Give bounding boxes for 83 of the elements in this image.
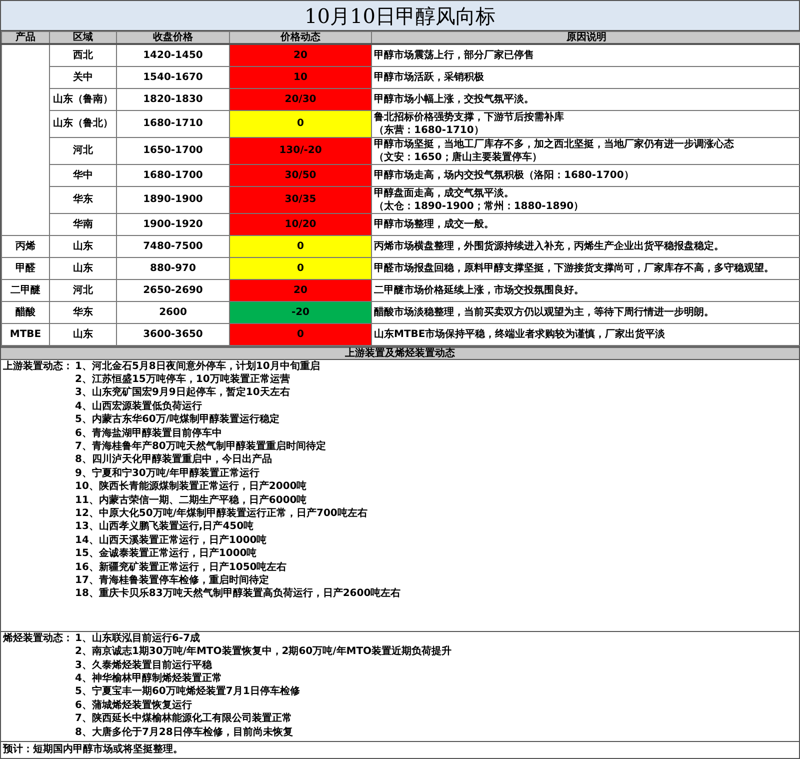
section-label: 烯烃装置动态： bbox=[3, 632, 74, 646]
list-item: 3、山东兖矿国宏9月9日起停车，暂定10天左右 bbox=[75, 386, 291, 400]
sheet-title: 10月10日甲醇风向标 bbox=[1, 1, 799, 31]
list-item: 8、大唐多伦于7月28日停车检修，目前尚未恢复 bbox=[75, 726, 294, 739]
price-cell: 1820-1830 bbox=[116, 88, 230, 110]
price-cell: 3600-3650 bbox=[116, 323, 230, 345]
list-item: 2、南京诚志1期30万吨/年MTO装置恢复中，2期60万吨/年MTO装置近期负荷提升 bbox=[75, 645, 452, 659]
reason-cell: 鲁北招标价格强势支撑，下游节后按需补库 （东营：1680-1710） bbox=[372, 110, 800, 137]
region-cell: 河北 bbox=[50, 137, 116, 164]
list-item: 18、重庆卡贝乐83万吨天然气制甲醇装置高负荷运行，日产2600吨左右 bbox=[75, 587, 401, 601]
list-item: 10、陕西长青能源煤制装置正常运行，日产2000吨 bbox=[75, 480, 308, 494]
region-cell: 关中 bbox=[50, 66, 116, 88]
list-item: 1、山东联泓目前运行6-7成 bbox=[75, 632, 202, 645]
region-cell: 山东 bbox=[50, 323, 116, 345]
price-change-cell: 0 bbox=[230, 235, 372, 257]
price-change-cell: 10/20 bbox=[230, 213, 372, 235]
list-item: 2、江苏恒盛15万吨停车，10万吨装置正常运营 bbox=[75, 372, 291, 386]
region-cell: 山东 bbox=[50, 235, 116, 257]
price-cell: 1540-1670 bbox=[116, 66, 230, 88]
list-item: 9、宁夏和宁30万吨/年甲醇装置正常运行 bbox=[75, 466, 261, 480]
section-label: 上游装置动态： bbox=[3, 360, 74, 374]
price-change-cell: 30/50 bbox=[230, 164, 372, 186]
price-cell: 7480-7500 bbox=[116, 235, 230, 257]
list-item: 13、山西孝义鹏飞装置运行,日产450吨 bbox=[75, 520, 255, 534]
price-change-cell: 20/30 bbox=[230, 88, 372, 110]
price-change-cell: -20 bbox=[230, 301, 372, 323]
price-change-cell: 20 bbox=[230, 44, 372, 66]
price-cell: 2650-2690 bbox=[116, 279, 230, 301]
region-cell: 华东 bbox=[50, 186, 116, 213]
region-cell: 华中 bbox=[50, 164, 116, 186]
product-cell: MTBE bbox=[2, 323, 50, 345]
price-change-cell: 10 bbox=[230, 66, 372, 88]
region-cell: 河北 bbox=[50, 279, 116, 301]
section-header: 上游装置及烯烃装置动态 bbox=[1, 346, 799, 360]
list-item: 17、青海桂鲁装置停车检修，重启时间待定 bbox=[75, 574, 270, 587]
price-cell: 1890-1900 bbox=[116, 186, 230, 213]
price-cell: 1680-1710 bbox=[116, 110, 230, 137]
list-item: 15、金诚泰装置正常运行，日产1000吨 bbox=[75, 547, 258, 561]
list-item: 5、宁夏宝丰一期60万吨烯烃装置7月1日停车检修 bbox=[75, 685, 301, 699]
price-change-cell: 0 bbox=[230, 323, 372, 345]
list-item: 12、中原大化50万吨/年煤制甲醇装置运行正常，日产700吨左右 bbox=[75, 506, 368, 520]
product-cell: 醋酸 bbox=[2, 301, 50, 323]
region-cell: 山东（鲁北） bbox=[50, 110, 116, 137]
region-cell: 华南 bbox=[50, 213, 116, 235]
list-item: 14、山西天溪装置正常运行，日产1000吨 bbox=[75, 534, 268, 548]
list-item: 3、久泰烯烃装置目前运行平稳 bbox=[75, 658, 214, 672]
region-cell: 华东 bbox=[50, 301, 116, 323]
reason-cell: 甲醇市场坚挺，当地工厂库存不多，加之西北坚挺，当地厂家仍有进一步调涨心态 （文安：1650；唐山主要装置停车） bbox=[372, 137, 800, 164]
list-item: 5、内蒙古东华60万/吨煤制甲醇装置运行稳定 bbox=[75, 413, 281, 427]
list-item: 11、内蒙古荣信一期、二期生产平稳，日产6000吨 bbox=[75, 494, 308, 507]
column-header: 产品 bbox=[2, 32, 50, 44]
list-item: 1、河北金石5月8日夜间意外停车，计划10月中旬重启 bbox=[75, 360, 321, 373]
product-cell: 二甲醚 bbox=[2, 279, 50, 301]
product-cell: 甲醛 bbox=[2, 257, 50, 279]
reason-cell: 甲醇盘面走高，成交气氛平淡。 （太仓：1890-1900；常州：1880-1890） bbox=[372, 186, 800, 213]
list-item: 4、神华榆林甲醇制烯烃装置正常 bbox=[75, 672, 223, 685]
list-item: 6、青海盐湖甲醇装置目前停车中 bbox=[75, 426, 223, 440]
column-header: 收盘价格 bbox=[116, 32, 230, 44]
list-item: 8、四川泸天化甲醇装置重启中，今日出产品 bbox=[75, 453, 273, 467]
column-header: 原因说明 bbox=[372, 32, 800, 44]
price-cell: 1900-1920 bbox=[116, 213, 230, 235]
price-cell: 1680-1700 bbox=[116, 164, 230, 186]
forecast-text: 预计：短期国内甲醇市场或将坚挺整理。 bbox=[2, 742, 184, 757]
price-cell: 880-970 bbox=[116, 257, 230, 279]
product-cell: 丙烯 bbox=[2, 235, 50, 257]
list-item: 4、山西宏源装置低负荷运行 bbox=[75, 400, 203, 413]
price-cell: 2600 bbox=[116, 301, 230, 323]
list-item: 7、陕西延长中煤榆林能源化工有限公司装置正常 bbox=[75, 712, 293, 726]
column-header: 价格动态 bbox=[230, 32, 372, 44]
price-change-cell: 0 bbox=[230, 257, 372, 279]
price-change-cell: 130/-20 bbox=[230, 137, 372, 164]
price-change-cell: 0 bbox=[230, 110, 372, 137]
region-cell: 山东（鲁南） bbox=[50, 88, 116, 110]
list-item: 16、新疆兖矿装置正常运行，日产1050吨左右 bbox=[75, 560, 288, 574]
column-header: 区域 bbox=[50, 32, 116, 44]
region-cell: 山东 bbox=[50, 257, 116, 279]
region-cell: 西北 bbox=[50, 44, 116, 66]
price-cell: 1420-1450 bbox=[116, 44, 230, 66]
price-change-cell: 30/35 bbox=[230, 186, 372, 213]
price-change-cell: 20 bbox=[230, 279, 372, 301]
price-cell: 1650-1700 bbox=[116, 137, 230, 164]
list-item: 6、蒲城烯烃装置恢复运行 bbox=[75, 698, 193, 712]
list-item: 7、青海桂鲁年产80万吨天然气制甲醇装置重启时间待定 bbox=[75, 440, 327, 453]
